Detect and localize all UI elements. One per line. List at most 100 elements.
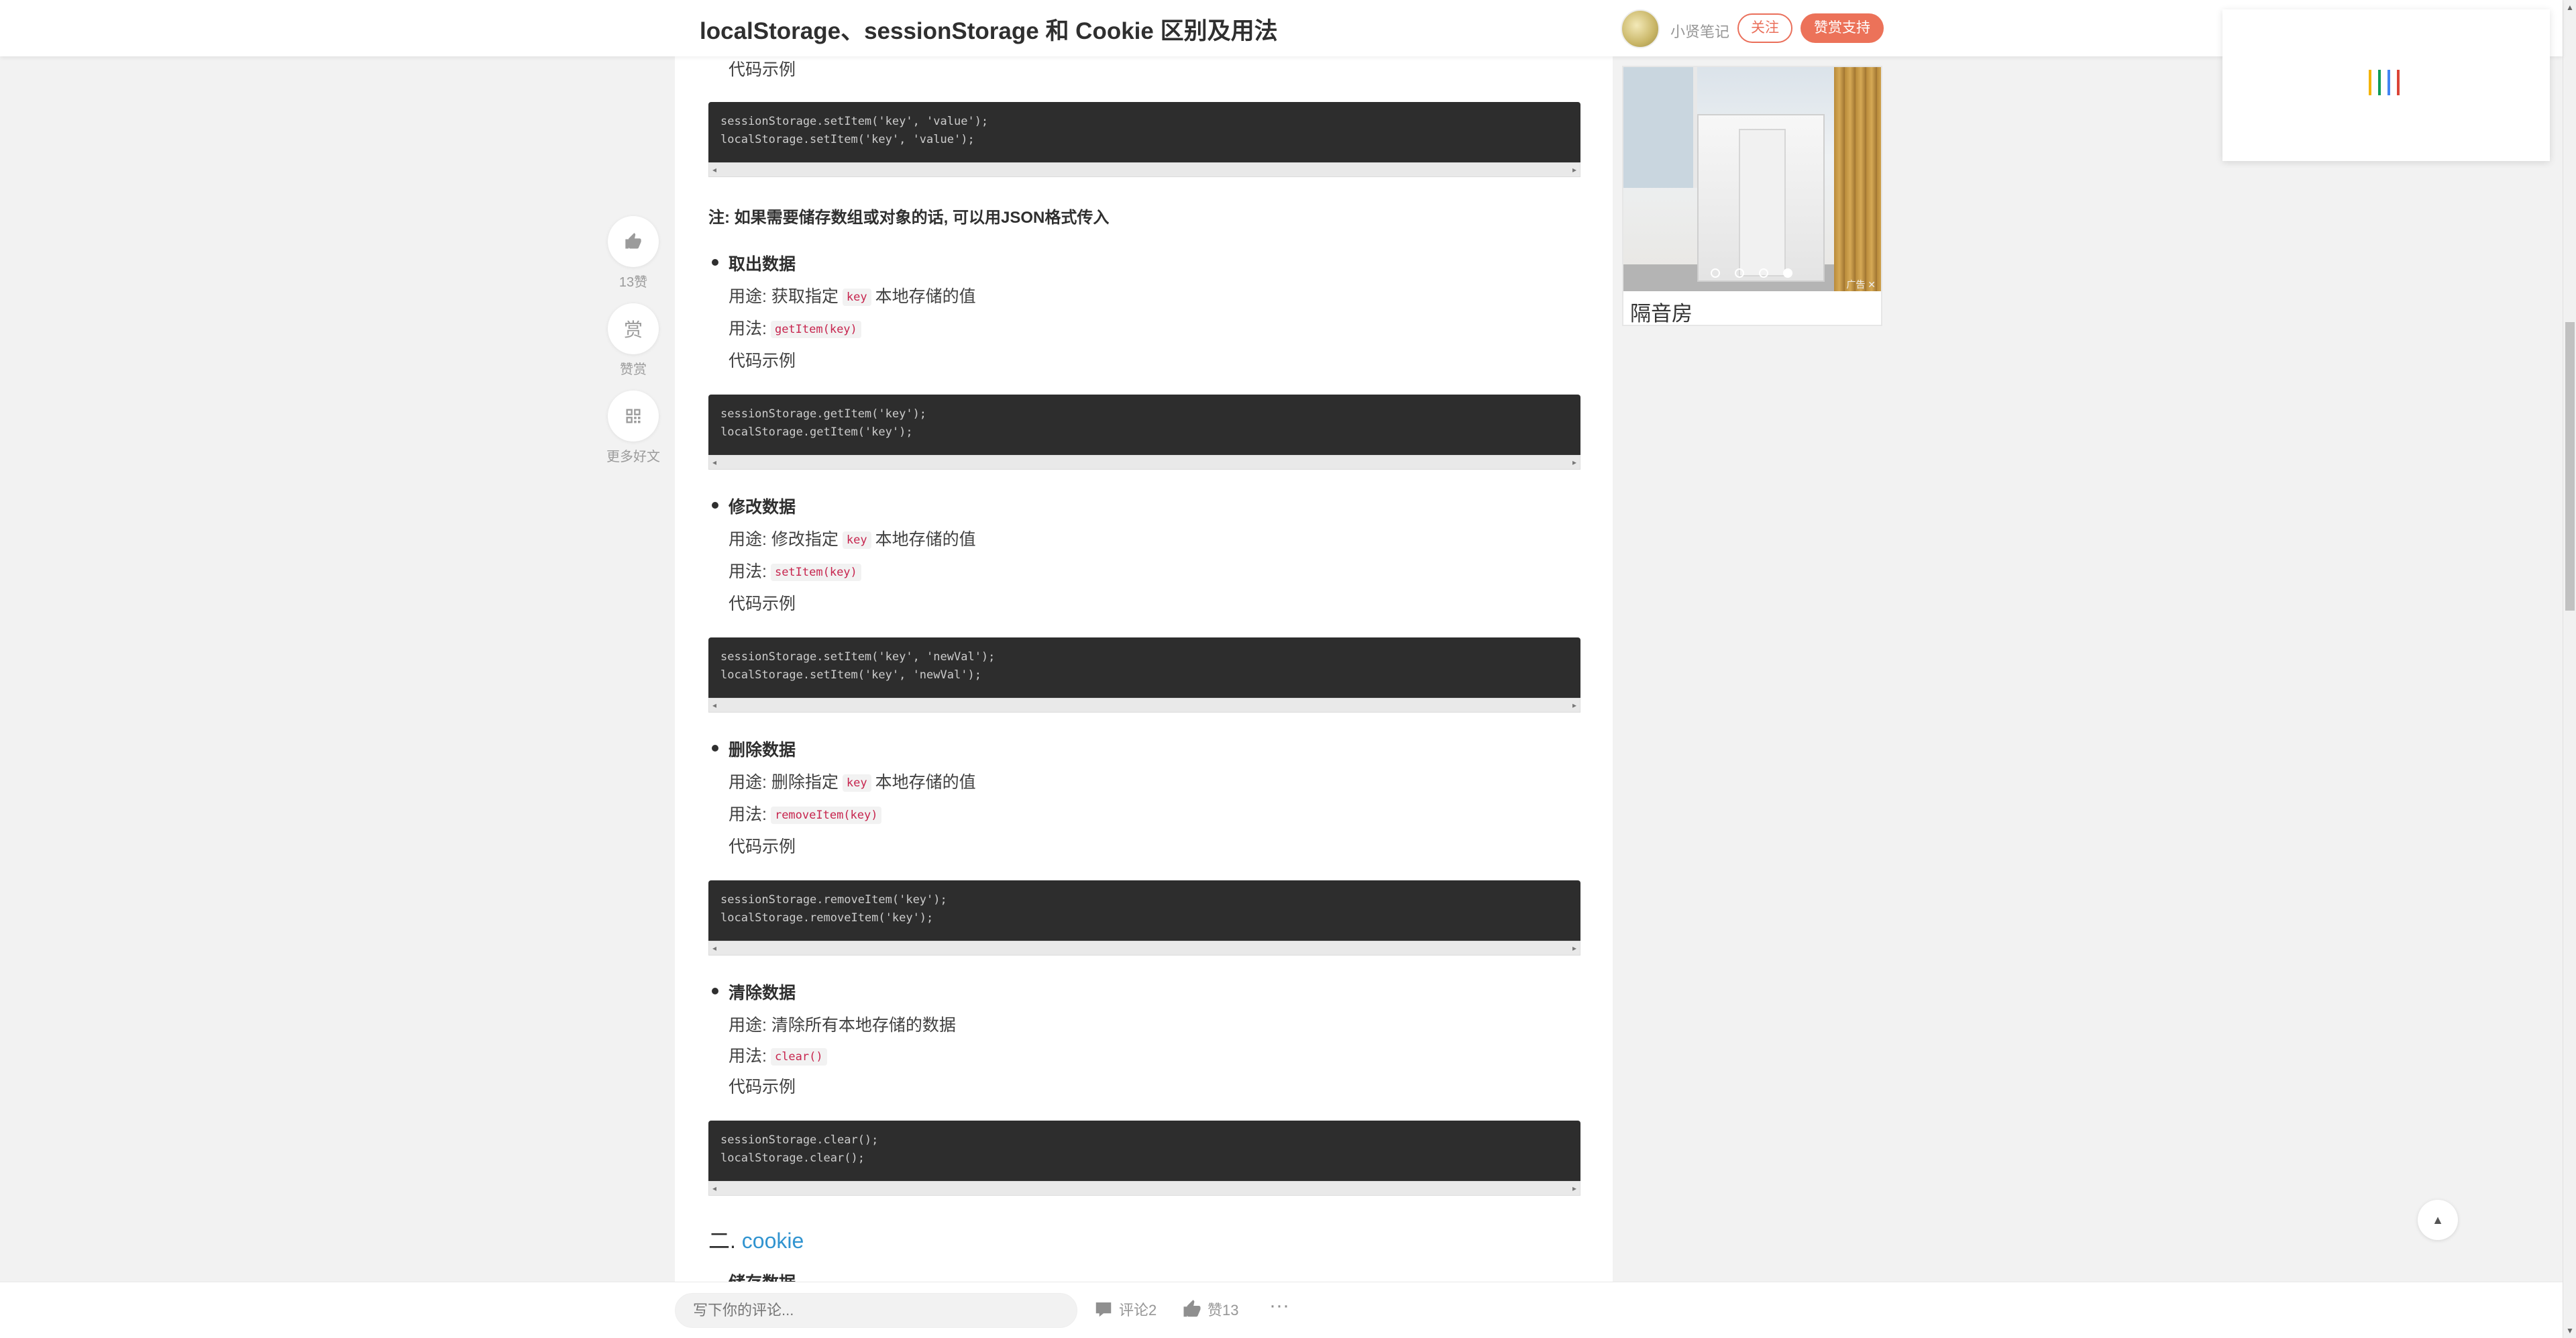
comment-button[interactable]: 评论2 (1093, 1298, 1157, 1320)
code-block: sessionStorage.getItem('key'); localStor… (708, 395, 1580, 455)
caret-up-icon: ▲ (2432, 1213, 2444, 1227)
code-scrollbar[interactable]: ◂ ▸ (708, 941, 1580, 956)
usage-suffix: 本地存储的值 (875, 530, 976, 549)
bullet (712, 745, 718, 752)
booth-graphic (1697, 114, 1825, 282)
code-example-label: 代码示例 (729, 837, 796, 856)
like-button[interactable] (608, 216, 659, 267)
section-title: 取出数据 (729, 255, 796, 274)
page-scrollbar[interactable]: ▲ ▼ (2563, 0, 2576, 1338)
scroll-down-arrow[interactable]: ▼ (2566, 1326, 2574, 1335)
reward-icon: 赏 (623, 319, 643, 340)
heading-prefix: 二. (708, 1229, 736, 1253)
inline-code-method: getItem(key) (770, 321, 861, 339)
section-heading-cookie: 二. cookie (708, 1224, 804, 1255)
back-to-top-button[interactable]: ▲ (2418, 1200, 2458, 1240)
carousel-dot[interactable] (1735, 268, 1744, 278)
bullet (712, 502, 718, 509)
support-button[interactable]: 赞赏支持 (1801, 13, 1884, 43)
sidebar-ad[interactable]: 广告 ✕ 隔音房 (1622, 66, 1882, 326)
method-line: 用法: getItem(key) (729, 315, 865, 340)
loader-bar (2397, 70, 2400, 95)
ad-caption[interactable]: 隔音房 (1630, 297, 1693, 327)
more-icon: ··· (1269, 1294, 1289, 1317)
code-block: sessionStorage.clear(); localStorage.cle… (708, 1121, 1580, 1181)
comment-count: 评论2 (1119, 1302, 1157, 1319)
method-prefix: 用法: (729, 562, 767, 581)
loader-bar (2387, 70, 2390, 95)
code-block: sessionStorage.setItem('key', 'newVal');… (708, 637, 1580, 698)
code-scrollbar[interactable]: ◂ ▸ (708, 1181, 1580, 1196)
code-example-label: 代码示例 (729, 595, 796, 613)
reward-button[interactable]: 赏 (608, 303, 659, 354)
more-options-button[interactable]: ··· (1269, 1294, 1289, 1317)
follow-button[interactable]: 关注 (1737, 13, 1792, 43)
top-header: localStorage、sessionStorage 和 Cookie 区别及… (0, 0, 2563, 56)
method-line: 用法: clear() (729, 1043, 831, 1067)
scroll-up-arrow[interactable]: ▲ (2566, 3, 2574, 12)
like-bottom-button[interactable]: 赞13 (1182, 1298, 1238, 1320)
more-articles-button[interactable] (608, 391, 659, 442)
carousel-dot[interactable] (1759, 268, 1768, 278)
code-scrollbar[interactable]: ◂ ▸ (708, 455, 1580, 470)
loader-bar (2369, 70, 2371, 95)
usage-prefix: 用途: 修改指定 (729, 530, 839, 549)
inline-code-method: clear() (770, 1048, 827, 1066)
reward-label: 赞赏 (620, 362, 647, 377)
window-graphic (1623, 67, 1697, 188)
ad-image[interactable]: 广告 ✕ (1623, 67, 1881, 291)
method-line: 用法: setItem(key) (729, 558, 865, 582)
code-block: sessionStorage.removeItem('key'); localS… (708, 880, 1580, 941)
inline-code-key: key (842, 774, 871, 792)
usage-suffix: 本地存储的值 (875, 287, 976, 306)
code-block: sessionStorage.setItem('key', 'value'); … (708, 102, 1580, 162)
usage-line: 用途: 删除指定 key 本地存储的值 (729, 769, 976, 793)
comment-icon (1095, 1302, 1112, 1317)
section-title: 清除数据 (729, 984, 796, 1002)
loading-indicator (2369, 70, 2400, 95)
thumbs-up-icon (625, 233, 641, 249)
code-example-label: 代码示例 (729, 352, 796, 370)
carousel-dots (1711, 268, 1792, 278)
section-title: 修改数据 (729, 498, 796, 517)
usage-line: 用途: 获取指定 key 本地存储的值 (729, 283, 976, 307)
heading-link[interactable]: cookie (742, 1229, 804, 1253)
author-avatar[interactable] (1621, 9, 1660, 48)
usage-suffix: 本地存储的值 (875, 773, 976, 792)
thumbs-up-icon (1183, 1300, 1201, 1317)
code-scrollbar[interactable]: ◂ ▸ (708, 698, 1580, 713)
method-prefix: 用法: (729, 319, 767, 338)
ad-popup[interactable] (2222, 9, 2550, 161)
inline-code-key: key (842, 531, 871, 550)
ad-mark[interactable]: 广告 ✕ (1846, 278, 1876, 291)
bullet (712, 988, 718, 994)
note-text: 注: 如果需要储存数组或对象的话, 可以用JSON格式传入 (708, 209, 1110, 227)
inline-code-method: removeItem(key) (770, 807, 882, 825)
inline-code-key: key (842, 289, 871, 307)
bottom-action-bar: 评论2 赞13 ··· (0, 1282, 2563, 1338)
inline-code-method: setItem(key) (770, 564, 861, 582)
carousel-dot[interactable] (1783, 268, 1792, 278)
author-name[interactable]: 小贤笔记 (1670, 20, 1729, 42)
code-scrollbar[interactable]: ◂ ▸ (708, 162, 1580, 177)
code-example-label: 代码示例 (729, 60, 796, 79)
qr-code-icon (626, 409, 641, 423)
usage-prefix: 用途: 获取指定 (729, 287, 839, 306)
like-count: 赞13 (1208, 1302, 1239, 1319)
carousel-dot[interactable] (1711, 268, 1720, 278)
usage-prefix: 用途: 删除指定 (729, 773, 839, 792)
article-body: 代码示例 sessionStorage.setItem('key', 'valu… (675, 56, 1613, 1292)
bullet (712, 259, 718, 266)
scroll-thumb[interactable] (2565, 322, 2575, 611)
code-example-label: 代码示例 (729, 1078, 796, 1096)
method-prefix: 用法: (729, 805, 767, 824)
section-title: 删除数据 (729, 741, 796, 760)
method-prefix: 用法: (729, 1047, 767, 1066)
page-title: localStorage、sessionStorage 和 Cookie 区别及… (700, 18, 1278, 44)
curtain-graphic (1834, 67, 1881, 291)
like-count-label: 13赞 (619, 275, 648, 290)
comment-input[interactable] (675, 1293, 1077, 1328)
usage-line: 用途: 修改指定 key 本地存储的值 (729, 526, 976, 550)
more-articles-label: 更多好文 (606, 450, 660, 464)
usage-line: 用途: 清除所有本地存储的数据 (729, 1016, 956, 1035)
